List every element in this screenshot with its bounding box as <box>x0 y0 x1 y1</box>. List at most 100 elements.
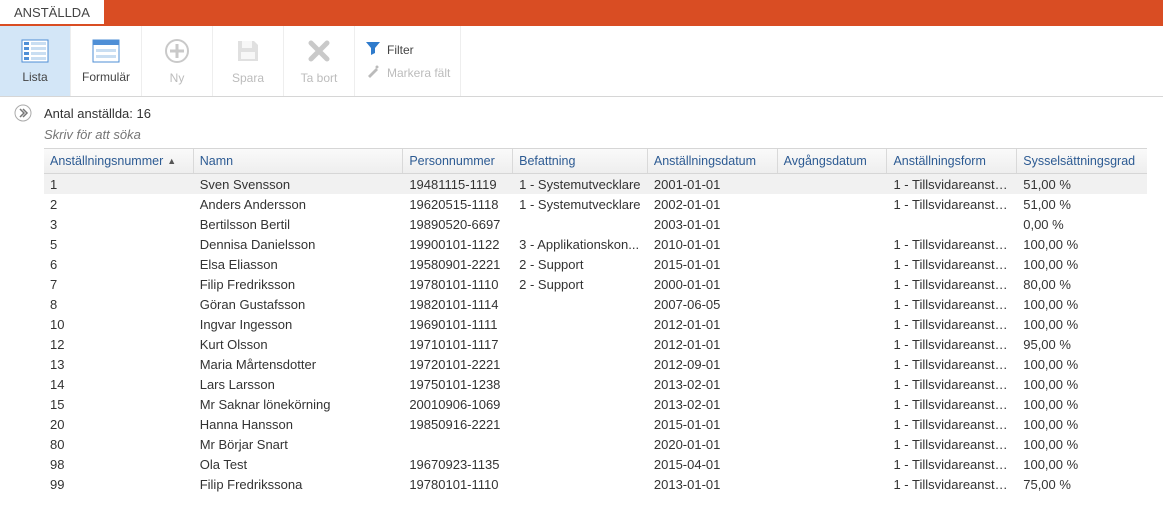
cell-af: 1 - Tillsvidareanstäl... <box>887 277 1017 292</box>
cell-ad: 2012-01-01 <box>648 337 778 352</box>
cell-af: 1 - Tillsvidareanstäl... <box>887 257 1017 272</box>
table-row[interactable]: 98Ola Test19670923-11352015-04-011 - Til… <box>44 454 1147 474</box>
cell-sg: 100,00 % <box>1017 457 1147 472</box>
table-row[interactable]: 15Mr Saknar lönekörning20010906-10692013… <box>44 394 1147 414</box>
cell-af: 1 - Tillsvidareanstäl... <box>887 317 1017 332</box>
col-sysselsattningsgrad[interactable]: Sysselsättningsgrad <box>1017 149 1147 173</box>
col-anstallningsdatum[interactable]: Anställningsdatum <box>648 149 778 173</box>
cell-af: 1 - Tillsvidareanstäl... <box>887 357 1017 372</box>
cell-af: 1 - Tillsvidareanstäl... <box>887 177 1017 192</box>
cell-pn: 19720101-2221 <box>403 357 513 372</box>
cell-af: 1 - Tillsvidareanstäl... <box>887 237 1017 252</box>
cell-namn: Mr Saknar lönekörning <box>194 397 404 412</box>
filter-label: Filter <box>387 43 414 57</box>
table-row[interactable]: 1Sven Svensson19481115-11191 - Systemutv… <box>44 174 1147 194</box>
col-avgangsdatum[interactable]: Avgångsdatum <box>778 149 888 173</box>
lista-label: Lista <box>22 70 47 84</box>
cell-nr: 6 <box>44 257 194 272</box>
table-row[interactable]: 99Filip Fredrikssona19780101-11102013-01… <box>44 474 1147 494</box>
plus-circle-icon <box>164 38 190 67</box>
cell-bef: 1 - Systemutvecklare <box>513 177 648 192</box>
cell-sg: 75,00 % <box>1017 477 1147 492</box>
cell-nr: 2 <box>44 197 194 212</box>
cell-ad: 2015-01-01 <box>648 417 778 432</box>
col-befattning[interactable]: Befattning <box>513 149 648 173</box>
cell-nr: 98 <box>44 457 194 472</box>
cell-nr: 3 <box>44 217 194 232</box>
table-row[interactable]: 12Kurt Olsson19710101-1117 2012-01-01 1 - … <box>44 334 1147 354</box>
cell-sg: 80,00 % <box>1017 277 1147 292</box>
table-body: 1Sven Svensson19481115-11191 - Systemutv… <box>44 174 1147 494</box>
col-personnummer[interactable]: Personnummer <box>403 149 513 173</box>
table-row[interactable]: 2Anders Andersson19620515-11181 - System… <box>44 194 1147 214</box>
save-icon <box>235 38 261 67</box>
cell-ad: 2001-01-01 <box>648 177 778 192</box>
form-icon <box>92 39 120 66</box>
cell-bef: 2 - Support <box>513 257 648 272</box>
cell-ad: 2000-01-01 <box>648 277 778 292</box>
cell-af: 1 - Tillsvidareanstäl... <box>887 337 1017 352</box>
col-namn[interactable]: Namn <box>194 149 404 173</box>
cell-sg: 100,00 % <box>1017 237 1147 252</box>
table-row[interactable]: 20Hanna Hansson19850916-22212015-01-011 … <box>44 414 1147 434</box>
content-area: Antal anställda: 16 Anställningsnummer ▲… <box>0 96 1163 532</box>
spara-button: Spara <box>213 26 284 96</box>
cell-ad: 2012-09-01 <box>648 357 778 372</box>
cell-namn: Kurt Olsson <box>194 337 404 352</box>
ny-label: Ny <box>170 71 185 85</box>
cell-sg: 51,00 % <box>1017 177 1147 192</box>
cell-ad: 2012-01-01 <box>648 317 778 332</box>
employee-table: Anställningsnummer ▲ Namn Personnummer B… <box>44 148 1147 494</box>
cell-sg: 51,00 % <box>1017 197 1147 212</box>
table-row[interactable]: 14Lars Larsson19750101-12382013-02-011 -… <box>44 374 1147 394</box>
cell-sg: 100,00 % <box>1017 297 1147 312</box>
table-row[interactable]: 5Dennisa Danielsson19900101-11223 - Appl… <box>44 234 1147 254</box>
tabort-button: Ta bort <box>284 26 355 96</box>
cell-bef: 1 - Systemutvecklare <box>513 197 648 212</box>
lista-button[interactable]: Lista <box>0 26 71 96</box>
cell-sg: 100,00 % <box>1017 437 1147 452</box>
cell-af: 1 - Tillsvidareanstäl... <box>887 397 1017 412</box>
cell-namn: Mr Börjar Snart <box>194 437 404 452</box>
cell-nr: 80 <box>44 437 194 452</box>
table-row[interactable]: 8Göran Gustafsson19820101-11142007-06-05… <box>44 294 1147 314</box>
table-row[interactable]: 80Mr Börjar Snart2020-01-011 - Tillsvida… <box>44 434 1147 454</box>
col-anstallningsform[interactable]: Anställningsform <box>887 149 1017 173</box>
table-row[interactable]: 10Ingvar Ingesson19690101-1111 2012-01-01… <box>44 314 1147 334</box>
cell-pn: 19780101-1110 <box>403 277 513 292</box>
cell-pn: 19690101-1111 <box>403 317 513 332</box>
table-row[interactable]: 3Bertilsson Bertil19890520-66972003-01-0… <box>44 214 1147 234</box>
filter-group: Filter Markera fält <box>355 26 461 96</box>
cell-namn: Ola Test <box>194 457 404 472</box>
cell-namn: Lars Larsson <box>194 377 404 392</box>
col-anstallningsnummer[interactable]: Anställningsnummer ▲ <box>44 149 194 173</box>
table-row[interactable]: 7Filip Fredriksson19780101-11102 - Suppo… <box>44 274 1147 294</box>
cell-namn: Ingvar Ingesson <box>194 317 404 332</box>
search-input[interactable] <box>44 125 444 144</box>
cell-nr: 99 <box>44 477 194 492</box>
cell-sg: 100,00 % <box>1017 377 1147 392</box>
delete-x-icon <box>306 38 332 67</box>
cell-pn: 19620515-1118 <box>403 197 513 212</box>
cell-namn: Bertilsson Bertil <box>194 217 404 232</box>
cell-pn: 19580901-2221 <box>403 257 513 272</box>
cell-pn: 19900101-1122 <box>403 237 513 252</box>
cell-namn: Dennisa Danielsson <box>194 237 404 252</box>
cell-pn: 19710101-1117 <box>403 337 513 352</box>
cell-ad: 2013-02-01 <box>648 377 778 392</box>
formular-label: Formulär <box>82 70 130 84</box>
cell-namn: Hanna Hansson <box>194 417 404 432</box>
app-tab-bar: ANSTÄLLDA <box>0 0 1163 26</box>
tab-anstallda[interactable]: ANSTÄLLDA <box>0 0 104 24</box>
cell-pn: 19820101-1114 <box>403 297 513 312</box>
table-row[interactable]: 6Elsa Eliasson19580901-22212 - Support20… <box>44 254 1147 274</box>
formular-button[interactable]: Formulär <box>71 26 142 96</box>
cell-nr: 10 <box>44 317 194 332</box>
filter-button[interactable]: Filter <box>365 40 450 59</box>
cell-af: 1 - Tillsvidareanstäl... <box>887 417 1017 432</box>
table-row[interactable]: 13Maria Mårtensdotter19720101-22212012-0… <box>44 354 1147 374</box>
cell-nr: 13 <box>44 357 194 372</box>
cell-nr: 12 <box>44 337 194 352</box>
cell-nr: 20 <box>44 417 194 432</box>
cell-af: 1 - Tillsvidareanstäl... <box>887 437 1017 452</box>
